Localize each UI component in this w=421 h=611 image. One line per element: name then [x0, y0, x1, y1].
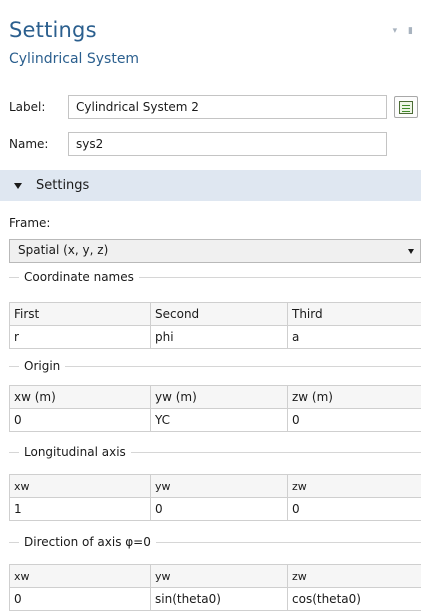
- name-row: Name: sys2: [9, 131, 387, 157]
- frame-select[interactable]: Spatial (x, y, z): [9, 239, 421, 263]
- table-cell[interactable]: a: [288, 326, 421, 349]
- coordinate-names-group: Coordinate names: [9, 268, 421, 286]
- table-header: Second: [151, 303, 288, 326]
- table-cell[interactable]: 0: [10, 409, 151, 432]
- group-title: Origin: [19, 357, 65, 375]
- table-header: xw: [10, 475, 151, 498]
- frame-select-value: Spatial (x, y, z): [18, 243, 108, 257]
- page-title: Settings: [9, 18, 139, 42]
- table-cell[interactable]: cos(theta0): [288, 588, 421, 611]
- table-cell[interactable]: 0: [151, 498, 288, 521]
- group-title: Direction of axis φ=0: [19, 533, 156, 551]
- table-cell[interactable]: 1: [10, 498, 151, 521]
- header: Settings Cylindrical System: [9, 18, 139, 67]
- copy-label-icon: [399, 101, 413, 114]
- section-label: Settings: [36, 178, 89, 193]
- table-cell[interactable]: 0: [288, 498, 421, 521]
- coordinate-names-table: First Second Third r phi a: [9, 302, 421, 349]
- name-caption: Name:: [9, 137, 68, 151]
- table-header: zw: [288, 475, 421, 498]
- longitudinal-axis-group: Longitudinal axis: [9, 443, 421, 461]
- table-header: zw (m): [288, 386, 421, 409]
- frame-caption: Frame:: [9, 216, 50, 230]
- window-controls-icon[interactable]: ▾ ▮: [393, 26, 417, 36]
- table-header: First: [10, 303, 151, 326]
- table-cell[interactable]: YC: [151, 409, 288, 432]
- table-header: Third: [288, 303, 421, 326]
- group-title: Coordinate names: [19, 268, 139, 286]
- dropdown-caret-icon: [408, 249, 414, 254]
- label-caption: Label:: [9, 100, 68, 114]
- table-cell[interactable]: 0: [288, 409, 421, 432]
- label-row: Label: Cylindrical System 2: [9, 94, 387, 120]
- table-cell[interactable]: sin(theta0): [151, 588, 288, 611]
- table-cell[interactable]: 0: [10, 588, 151, 611]
- table-header: yw: [151, 475, 288, 498]
- settings-section-header[interactable]: Settings: [0, 170, 421, 201]
- name-input[interactable]: sys2: [68, 132, 387, 156]
- direction-axis-group: Direction of axis φ=0: [9, 533, 421, 551]
- page-subtitle: Cylindrical System: [9, 51, 139, 67]
- table-cell[interactable]: phi: [151, 326, 288, 349]
- table-header: xw (m): [10, 386, 151, 409]
- table-cell[interactable]: r: [10, 326, 151, 349]
- longitudinal-axis-table: xw yw zw 1 0 0: [9, 474, 421, 521]
- table-header: yw: [151, 565, 288, 588]
- direction-axis-table: xw yw zw 0 sin(theta0) cos(theta0): [9, 564, 421, 611]
- group-title: Longitudinal axis: [19, 443, 131, 461]
- table-header: xw: [10, 565, 151, 588]
- table-header: yw (m): [151, 386, 288, 409]
- origin-table: xw (m) yw (m) zw (m) 0 YC 0: [9, 385, 421, 432]
- origin-group: Origin: [9, 357, 421, 375]
- chevron-down-icon: [14, 183, 22, 189]
- label-input[interactable]: Cylindrical System 2: [68, 95, 387, 119]
- copy-label-button[interactable]: [394, 96, 418, 118]
- table-header: zw: [288, 565, 421, 588]
